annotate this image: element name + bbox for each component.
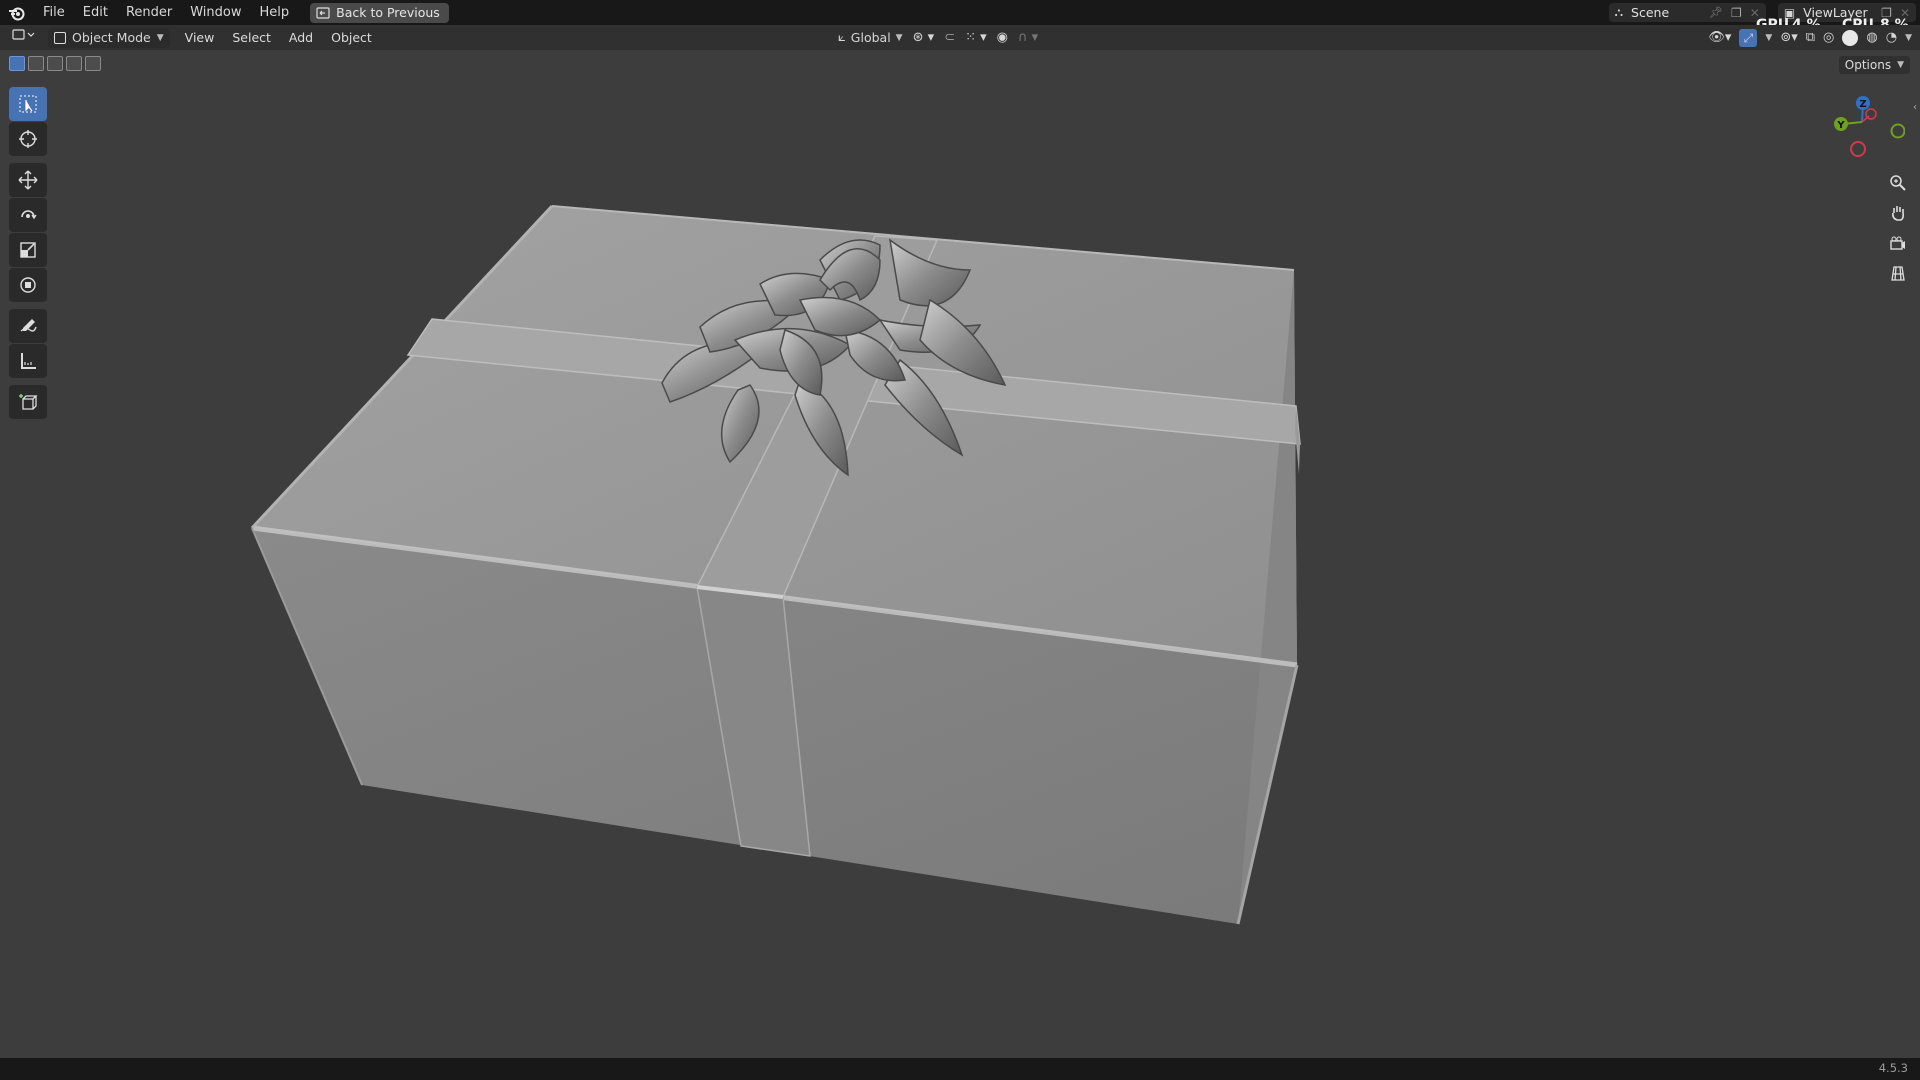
orientation-icon: ⟀: [838, 30, 846, 45]
pencil-icon: [20, 319, 37, 332]
pin-icon[interactable]: 📌︎: [1709, 6, 1723, 19]
wireframe-shading-icon[interactable]: ◎: [1823, 30, 1834, 45]
gizmo-neg-y-axis[interactable]: [1890, 123, 1906, 139]
move-icon: [18, 170, 38, 190]
tool-shelf: [9, 87, 47, 420]
editor-type-icon: [12, 29, 35, 40]
ruler-icon: [21, 353, 36, 369]
move-tool[interactable]: [9, 163, 47, 197]
gizmo-z-label: Z: [1859, 99, 1866, 110]
chevron-down-icon: ▼: [1897, 60, 1904, 70]
transform-tool[interactable]: [9, 268, 47, 302]
scene-selector[interactable]: ⛬ Scene 📌︎ ❐ ✕: [1608, 3, 1766, 22]
gizmo-toggle-icon[interactable]: ⤢: [1739, 28, 1758, 47]
options-label: Options: [1844, 58, 1892, 72]
cursor-icon: [19, 130, 37, 148]
annotate-tool[interactable]: [9, 309, 47, 343]
menu-object[interactable]: Object: [322, 25, 381, 50]
back-icon: [316, 6, 330, 19]
navigation-gizmo[interactable]: Z Y: [1815, 92, 1906, 172]
pivot-point-icon[interactable]: ⊛ ▾: [913, 30, 935, 45]
measure-tool[interactable]: [9, 344, 47, 378]
rotate-tool[interactable]: [9, 198, 47, 232]
viewport-header: Object Mode ▼ View Select Add Object ⟀ G…: [0, 25, 1920, 50]
version-label: 4.5.3: [1878, 1061, 1908, 1075]
scale-icon: [20, 242, 36, 258]
menu-edit[interactable]: Edit: [74, 0, 117, 25]
material-shading-icon[interactable]: ◍: [1866, 30, 1877, 45]
solid-shading-icon[interactable]: [1842, 29, 1859, 46]
menu-file[interactable]: File: [34, 0, 74, 25]
zoom-icon[interactable]: [1885, 170, 1911, 196]
shading-dropdown-icon[interactable]: ▼: [1905, 33, 1912, 43]
gizmo-x-axis[interactable]: [1865, 108, 1877, 120]
gizmo-neg-x-axis[interactable]: [1850, 141, 1866, 157]
proportional-editing-icon[interactable]: ◉: [997, 30, 1008, 45]
top-menu-bar: File Edit Render Window Help Back to Pre…: [0, 0, 1920, 33]
scene-icon: ⛬: [1614, 5, 1624, 19]
menu-render[interactable]: Render: [117, 0, 181, 25]
blender-logo-icon[interactable]: [0, 0, 34, 25]
select-intersect-icon[interactable]: [85, 56, 101, 71]
3d-viewport[interactable]: [0, 50, 1920, 1058]
snap-toggle-icon[interactable]: ⊂: [944, 30, 955, 45]
back-to-previous-button[interactable]: Back to Previous: [310, 2, 449, 23]
select-box-tool[interactable]: [9, 87, 47, 121]
snap-target-icon[interactable]: ⁙ ▾: [965, 30, 987, 45]
perspective-toggle-icon[interactable]: [1885, 260, 1911, 286]
transform-icon: [20, 277, 36, 293]
select-subtract-icon[interactable]: [47, 56, 63, 71]
overlays-icon[interactable]: ⊚▾: [1780, 30, 1797, 45]
camera-view-icon[interactable]: [1885, 230, 1911, 256]
blender-window: File Edit Render Window Help Back to Pre…: [0, 0, 1920, 1080]
scale-tool[interactable]: [9, 233, 47, 267]
orientation-label: Global: [850, 30, 891, 45]
new-scene-icon[interactable]: ❐: [1731, 6, 1742, 20]
gift-box-model[interactable]: [250, 204, 1301, 925]
select-box-icon: [19, 95, 37, 113]
back-to-previous-label: Back to Previous: [336, 5, 440, 20]
selection-mode-group: [9, 56, 101, 71]
editor-type-button[interactable]: [0, 25, 44, 50]
select-extend-icon[interactable]: [28, 56, 44, 71]
cursor-tool[interactable]: [9, 122, 47, 156]
falloff-icon[interactable]: ∩ ▾: [1018, 30, 1038, 45]
chevron-down-icon: ▼: [895, 32, 903, 43]
rendered-shading-icon[interactable]: ◔: [1886, 30, 1897, 45]
chevron-down-icon: ▼: [156, 32, 164, 43]
menu-add[interactable]: Add: [280, 25, 322, 50]
object-mode-dropdown[interactable]: Object Mode ▼: [48, 27, 170, 48]
object-mode-label: Object Mode: [72, 30, 151, 45]
status-bar: 4.5.3: [0, 1058, 1920, 1080]
menu-help[interactable]: Help: [251, 0, 299, 25]
rotate-icon: [21, 210, 37, 220]
gizmo-y-label: Y: [1836, 120, 1845, 131]
add-cube-tool[interactable]: [9, 385, 47, 419]
xray-icon[interactable]: ⧉: [1806, 30, 1815, 45]
orientation-dropdown[interactable]: ⟀ Global ▼: [838, 30, 903, 45]
scene-name: Scene: [1631, 5, 1670, 20]
add-cube-icon: [19, 394, 38, 410]
menu-view[interactable]: View: [176, 25, 224, 50]
transform-tools: ⟀ Global ▼ ⊛ ▾ ⊂ ⁙ ▾ ◉ ∩ ▾: [838, 25, 1038, 50]
pan-hand-icon[interactable]: [1885, 200, 1911, 226]
sidebar-toggle-icon[interactable]: ‹: [1913, 102, 1917, 113]
options-dropdown[interactable]: Options ▼: [1838, 56, 1910, 74]
menu-select[interactable]: Select: [223, 25, 280, 50]
gizmo-dropdown-icon[interactable]: ▼: [1765, 33, 1772, 43]
visibility-icon[interactable]: 👁︎▾: [1708, 30, 1731, 45]
select-invert-icon[interactable]: [66, 56, 82, 71]
select-new-icon[interactable]: [9, 56, 25, 71]
object-mode-icon: [54, 31, 66, 44]
viewport-right-tools: 👁︎▾ ⤢ ▼ ⊚▾ ⧉ ◎ ◍ ◔ ▼: [1708, 25, 1912, 50]
menu-window[interactable]: Window: [181, 0, 250, 25]
